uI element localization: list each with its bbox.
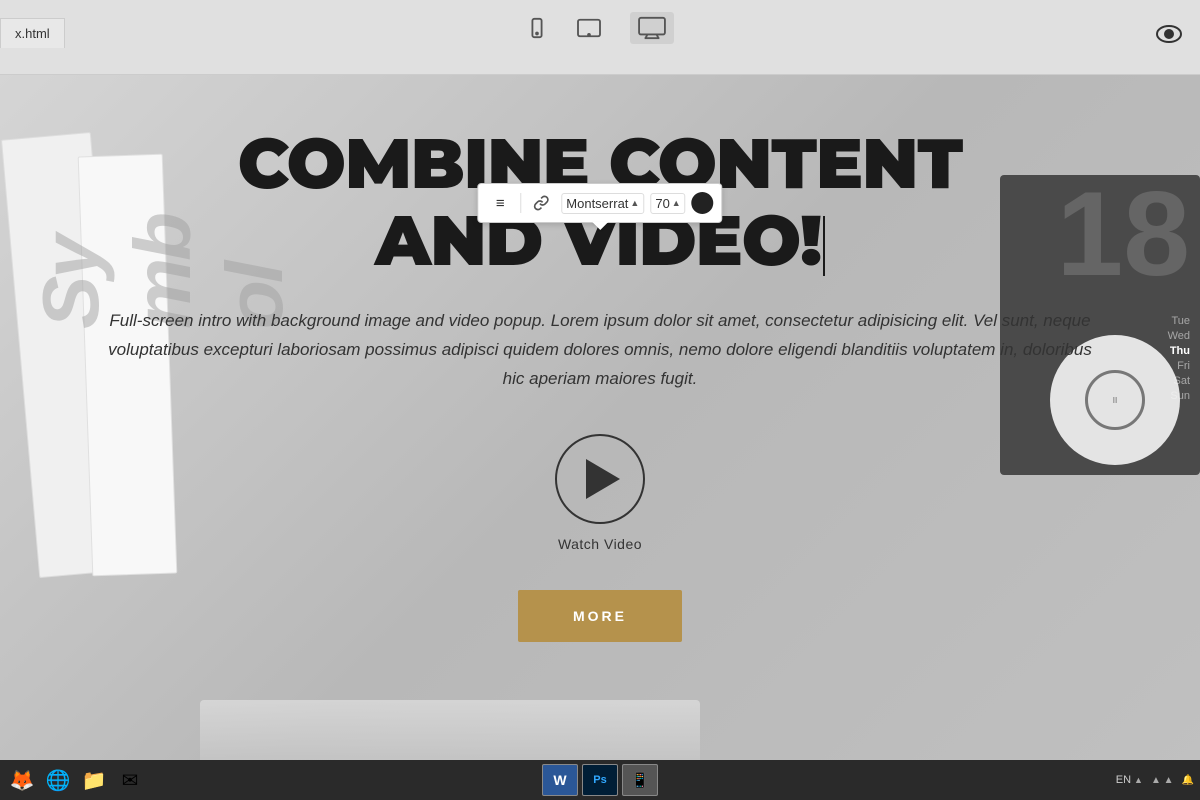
text-cursor (823, 216, 825, 276)
desktop-icon[interactable] (630, 12, 674, 44)
taskbar-firefox[interactable]: 🦊 (6, 764, 38, 796)
eye-icon[interactable] (1156, 24, 1182, 50)
taskbar-browser[interactable]: 🌐 (42, 764, 74, 796)
link-icon (533, 195, 549, 211)
taskbar-word[interactable]: W (542, 764, 578, 796)
watch-video-label: Watch Video (558, 536, 642, 552)
align-button[interactable]: ≡ (486, 189, 514, 217)
toolbar-caret (592, 222, 608, 230)
more-button[interactable]: MORE (518, 590, 682, 642)
taskbar-notify: 🔔 (1182, 775, 1194, 786)
font-selector[interactable]: Montserrat ▲ (561, 193, 644, 214)
align-icon: ≡ (496, 195, 505, 212)
color-picker[interactable] (692, 192, 714, 214)
size-dropdown-arrow: ▲ (672, 198, 681, 208)
floating-toolbar: ≡ Montserrat ▲ 70 ▲ (477, 183, 722, 223)
taskbar-photoshop[interactable]: Ps (582, 764, 618, 796)
play-triangle-icon (586, 459, 620, 499)
taskbar-right: EN ▲ ▲ ▲ 🔔 (1116, 774, 1194, 786)
link-button[interactable] (527, 189, 555, 217)
taskbar: 🦊 🌐 📁 ✉ W Ps 📱 EN ▲ ▲ ▲ 🔔 (0, 760, 1200, 800)
taskbar-email[interactable]: ✉ (114, 764, 146, 796)
taskbar-mobile[interactable]: 📱 (622, 764, 658, 796)
toolbar-divider-1 (520, 193, 521, 213)
taskbar-language[interactable]: EN ▲ (1116, 774, 1143, 786)
tab-label: x.html (15, 26, 50, 41)
hero-subtitle: Full-screen intro with background image … (100, 307, 1100, 394)
taskbar-filezilla[interactable]: 📁 (78, 764, 110, 796)
font-size-value: 70 (655, 196, 669, 211)
taskbar-mid-apps: W Ps 📱 (542, 764, 658, 796)
browser-tab[interactable]: x.html (0, 18, 65, 48)
font-dropdown-arrow: ▲ (630, 198, 639, 208)
device-icons (526, 12, 674, 44)
browser-chrome: x.html (0, 0, 1200, 75)
tablet-icon[interactable] (576, 17, 602, 39)
play-section: Watch Video (40, 434, 1160, 552)
play-button[interactable] (555, 434, 645, 524)
laptop-screen (200, 700, 700, 760)
font-size-selector[interactable]: 70 ▲ (650, 193, 685, 214)
taskbar-arrows: ▲ ▲ (1151, 775, 1174, 786)
font-name: Montserrat (566, 196, 628, 211)
more-button-wrapper: MORE (40, 582, 1160, 642)
mobile-icon[interactable] (526, 17, 548, 39)
main-content: Symbol 18 Tue Wed Thu Fri Sat Sun II ≡ (0, 75, 1200, 800)
